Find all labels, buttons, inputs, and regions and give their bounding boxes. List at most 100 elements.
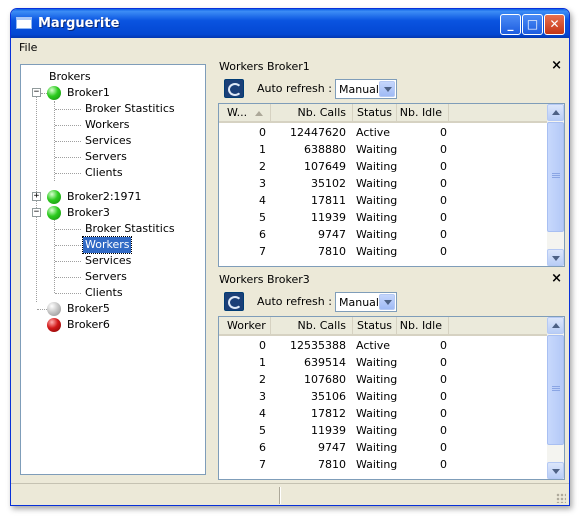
table-row[interactable]: 1 638880 Waiting 0 (219, 141, 549, 158)
col-header-status[interactable]: Status (353, 104, 397, 123)
col-header-calls[interactable]: Nb. Calls (271, 317, 353, 336)
cell-calls: 9747 (318, 228, 346, 241)
close-window-button[interactable]: ✕ (544, 14, 565, 35)
tree-connector (55, 245, 81, 246)
table-row[interactable]: 0 12535388 Active 0 (219, 337, 549, 354)
maximize-button[interactable]: □ (522, 14, 543, 35)
auto-refresh-select[interactable]: Manual (335, 79, 397, 99)
cell-worker: 2 (259, 160, 266, 173)
cell-idle: 0 (440, 228, 447, 241)
col-header-idle[interactable]: Nb. Idle (397, 104, 449, 123)
chevron-down-icon[interactable] (379, 81, 395, 97)
tree-connector (37, 309, 47, 310)
table-row[interactable]: 6 9747 Waiting 0 (219, 226, 549, 243)
scroll-up-button[interactable] (547, 104, 564, 121)
refresh-icon[interactable] (224, 79, 244, 98)
col-header-worker[interactable]: Worker (219, 317, 271, 336)
cell-idle: 0 (440, 356, 447, 369)
cell-status: Waiting (356, 160, 398, 173)
workers-table[interactable]: Worker Nb. Calls Status Nb. Idle 0 125353… (218, 316, 565, 480)
cell-status: Waiting (356, 390, 398, 403)
table-row[interactable]: 4 17811 Waiting 0 (219, 192, 549, 209)
main-window: Marguerite _ □ ✕ File Brokers − Broker1 … (10, 8, 570, 506)
vertical-scrollbar[interactable] (547, 104, 564, 266)
col-header-calls[interactable]: Nb. Calls (271, 104, 353, 123)
tree-expander-broker2[interactable]: + (32, 192, 41, 201)
cell-worker: 6 (259, 441, 266, 454)
scroll-thumb[interactable] (547, 122, 564, 232)
table-row[interactable]: 2 107649 Waiting 0 (219, 158, 549, 175)
cell-worker: 7 (259, 245, 266, 258)
table-row[interactable]: 7 7810 Waiting 0 (219, 456, 549, 473)
scroll-thumb[interactable] (547, 335, 564, 445)
table-row[interactable]: 4 17812 Waiting 0 (219, 405, 549, 422)
auto-refresh-value: Manual (339, 296, 379, 309)
col-header-status[interactable]: Status (353, 317, 397, 336)
workers-table[interactable]: W... Nb. Calls Status Nb. Idle 0 12447620… (218, 103, 565, 267)
refresh-icon[interactable] (224, 292, 244, 311)
tree-connector (55, 157, 81, 158)
col-header-worker[interactable]: W... (219, 104, 271, 123)
tree-connector (55, 109, 81, 110)
cell-idle: 0 (440, 211, 447, 224)
cell-calls: 7810 (318, 245, 346, 258)
col-header-label: W... (227, 106, 248, 119)
title-bar[interactable]: Marguerite _ □ ✕ (11, 9, 569, 38)
auto-refresh-select[interactable]: Manual (335, 292, 397, 312)
panel-close-button[interactable]: × (551, 271, 562, 286)
menu-file[interactable]: File (19, 41, 37, 54)
status-green-icon (47, 206, 61, 220)
cell-idle: 0 (440, 373, 447, 386)
tree-expander-broker1[interactable]: − (32, 88, 41, 97)
table-row[interactable]: 0 12447620 Active 0 (219, 124, 549, 141)
scroll-down-button[interactable] (547, 249, 564, 266)
table-row[interactable]: 7 7810 Waiting 0 (219, 243, 549, 260)
chevron-down-icon[interactable] (379, 294, 395, 310)
tree-connector (55, 261, 81, 262)
cell-status: Waiting (356, 407, 398, 420)
panel-close-button[interactable]: × (551, 58, 562, 73)
tree-expander-broker3[interactable]: − (32, 208, 41, 217)
resize-grip-icon[interactable] (556, 493, 566, 503)
cell-worker: 2 (259, 373, 266, 386)
auto-refresh-label: Auto refresh : (257, 295, 332, 308)
cell-worker: 0 (259, 339, 266, 352)
cell-idle: 0 (440, 160, 447, 173)
cell-calls: 12535388 (290, 339, 346, 352)
scroll-up-button[interactable] (547, 317, 564, 334)
cell-calls: 7810 (318, 458, 346, 471)
status-bar (11, 483, 569, 505)
broker-tree[interactable]: Brokers − Broker1 Broker Stastitics Work… (20, 64, 206, 475)
table-row[interactable]: 3 35106 Waiting 0 (219, 388, 549, 405)
table-row[interactable]: 5 11939 Waiting 0 (219, 209, 549, 226)
table-row[interactable]: 5 11939 Waiting 0 (219, 422, 549, 439)
table-row[interactable]: 3 35102 Waiting 0 (219, 175, 549, 192)
grip-line (552, 175, 560, 176)
cell-worker: 7 (259, 458, 266, 471)
status-red-icon (47, 318, 61, 332)
cell-calls: 107649 (304, 160, 346, 173)
cell-calls: 35102 (311, 177, 346, 190)
cell-worker: 1 (259, 356, 266, 369)
scroll-down-button[interactable] (547, 462, 564, 479)
cell-calls: 11939 (311, 211, 346, 224)
cell-calls: 9747 (318, 441, 346, 454)
table-row[interactable]: 2 107680 Waiting 0 (219, 371, 549, 388)
auto-refresh-label: Auto refresh : (257, 82, 332, 95)
cell-status: Waiting (356, 458, 398, 471)
cell-idle: 0 (440, 458, 447, 471)
cell-idle: 0 (440, 194, 447, 207)
cell-idle: 0 (440, 126, 447, 139)
vertical-scrollbar[interactable] (547, 317, 564, 479)
status-separator (279, 487, 281, 504)
panel-title: Workers Broker1 (219, 60, 310, 73)
minimize-button[interactable]: _ (500, 14, 521, 35)
cell-calls: 639514 (304, 356, 346, 369)
status-green-icon (47, 190, 61, 204)
table-row[interactable]: 1 639514 Waiting 0 (219, 354, 549, 371)
tree-connector (55, 277, 81, 278)
col-header-idle[interactable]: Nb. Idle (397, 317, 449, 336)
grip-line (552, 386, 560, 387)
table-row[interactable]: 6 9747 Waiting 0 (219, 439, 549, 456)
grip-line (552, 390, 560, 391)
